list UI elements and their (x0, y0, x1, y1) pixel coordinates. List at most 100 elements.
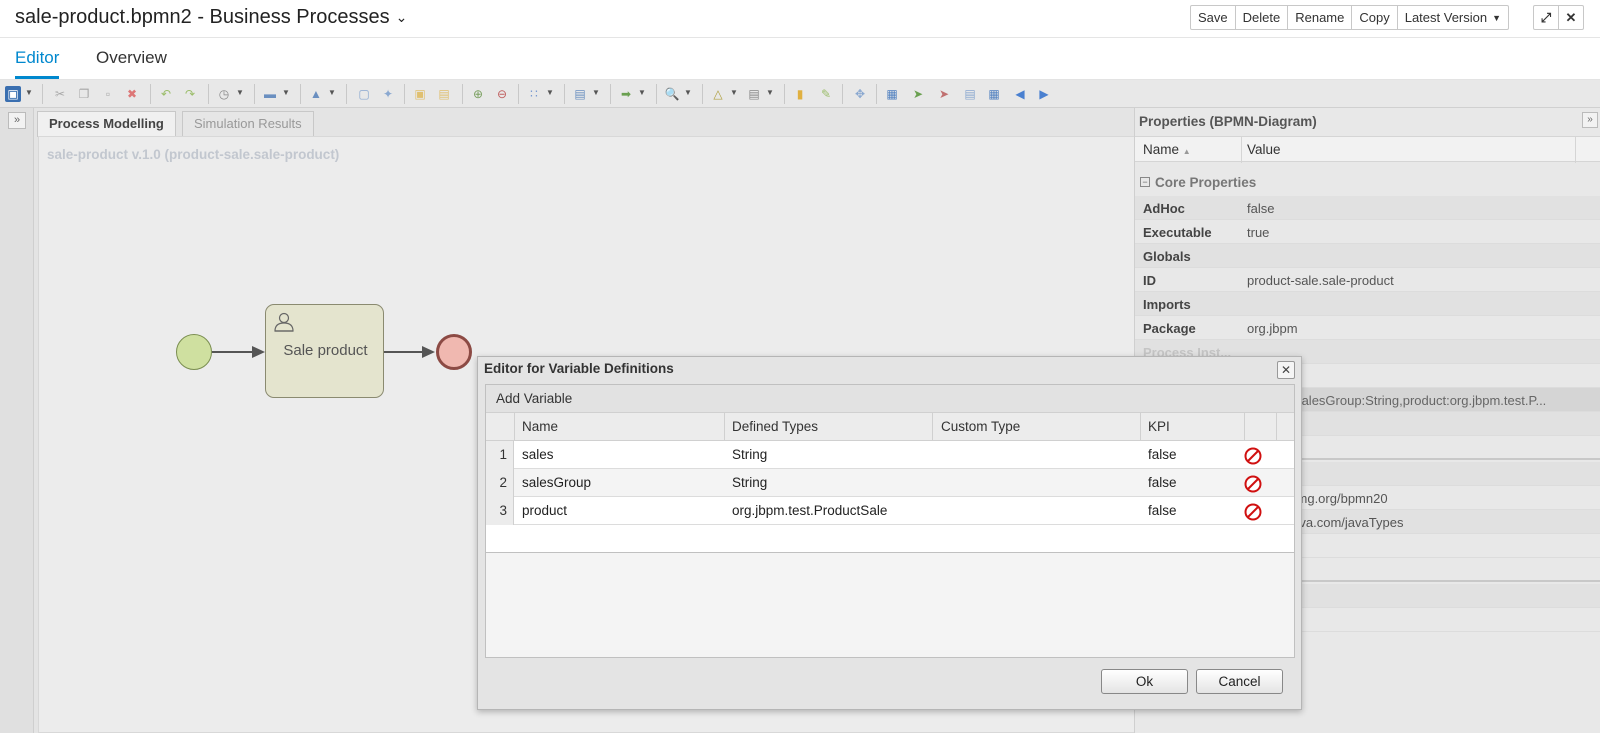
cancel-button[interactable]: Cancel (1196, 669, 1283, 694)
share-icon[interactable]: ➤ (936, 86, 952, 102)
grid-icon[interactable]: ∷ (526, 86, 542, 102)
column-divider (932, 413, 933, 441)
remove-node-icon[interactable]: ⊖ (494, 86, 510, 102)
caret-down-icon[interactable]: ▼ (25, 88, 33, 97)
close-icon[interactable]: ✕ (1277, 361, 1295, 379)
variable-name-cell[interactable]: product (522, 503, 567, 518)
caret-down-icon[interactable]: ▼ (546, 88, 554, 97)
unlock-icon[interactable]: ▤ (436, 86, 452, 102)
simulate-icon[interactable]: △ (710, 86, 726, 102)
align-icon[interactable]: ▲ (308, 86, 324, 102)
table-row[interactable]: 3 product org.jbpm.test.ProductSale fals… (486, 497, 1294, 525)
shape-icon[interactable]: ▬ (262, 86, 278, 102)
validate-icon[interactable]: 🔍 (664, 86, 680, 102)
delete-row-icon[interactable] (1244, 447, 1262, 465)
edit-icon[interactable]: ✎ (818, 86, 834, 102)
copy-icon[interactable]: ❐ (76, 86, 92, 102)
database-icon[interactable]: ▮ (792, 86, 808, 102)
end-event[interactable] (436, 334, 472, 370)
tab-overview[interactable]: Overview (96, 48, 167, 76)
ok-button[interactable]: Ok (1101, 669, 1188, 694)
forward-icon[interactable]: ▶ (1036, 86, 1052, 102)
page-title[interactable]: sale-product.bpmn2 - Business Processes … (15, 6, 407, 29)
core-properties-group[interactable]: − Core Properties (1135, 172, 1600, 194)
property-row[interactable]: Imports (1135, 292, 1600, 316)
caret-down-icon[interactable]: ▼ (592, 88, 600, 97)
back-icon[interactable]: ◀ (1012, 86, 1028, 102)
defined-type-cell[interactable]: String (732, 475, 767, 490)
variable-name-cell[interactable]: sales (522, 447, 554, 462)
column-name-header[interactable]: Name (522, 419, 558, 434)
column-name-header[interactable]: Name ▲ (1143, 142, 1191, 157)
caret-down-icon[interactable]: ▼ (730, 88, 738, 97)
column-custom-type-header[interactable]: Custom Type (941, 419, 1020, 434)
collapse-group-icon[interactable]: − (1140, 177, 1150, 187)
delete-row-icon[interactable] (1244, 503, 1262, 521)
column-kpi-header[interactable]: KPI (1148, 419, 1170, 434)
kpi-cell[interactable]: false (1148, 447, 1177, 462)
kpi-cell[interactable]: false (1148, 475, 1177, 490)
start-event[interactable] (176, 334, 212, 370)
save-version-icon[interactable]: ▤ (746, 86, 762, 102)
expand-icon[interactable]: ⤢ (1533, 5, 1559, 30)
delete-row-icon[interactable] (1244, 475, 1262, 493)
zoom-fit-icon[interactable]: ▢ (356, 86, 372, 102)
tab-process-modelling[interactable]: Process Modelling (37, 111, 176, 137)
property-row[interactable]: AdHoc false (1135, 196, 1600, 220)
toolbar-divider (564, 84, 565, 104)
version-dropdown[interactable]: Latest Version ▼ (1396, 5, 1510, 30)
sequence-flow-arrow[interactable] (212, 343, 266, 361)
tab-editor[interactable]: Editor (15, 48, 60, 79)
add-variable-button[interactable]: Add Variable (496, 391, 572, 406)
copy-button[interactable]: Copy (1351, 5, 1398, 30)
collapse-panel-icon[interactable]: » (1582, 112, 1598, 128)
caret-down-icon[interactable]: ▼ (236, 88, 244, 97)
caret-down-icon[interactable]: ▼ (638, 88, 646, 97)
user-task[interactable]: Sale product (265, 304, 384, 398)
rename-button[interactable]: Rename (1287, 5, 1353, 30)
bookmark-icon[interactable]: ▦ (884, 86, 900, 102)
property-row[interactable]: Globals (1135, 244, 1600, 268)
paste-icon[interactable]: ▫ (100, 86, 116, 102)
redo-icon[interactable]: ↷ (182, 86, 198, 102)
caret-down-icon[interactable]: ▼ (766, 88, 774, 97)
table-header: Name Defined Types Custom Type KPI (486, 413, 1294, 441)
history-icon[interactable]: ◷ (216, 86, 232, 102)
property-row[interactable]: Executable true (1135, 220, 1600, 244)
tab-simulation-results[interactable]: Simulation Results (182, 111, 314, 137)
column-defined-types-header[interactable]: Defined Types (732, 419, 818, 434)
property-row[interactable]: Package org.jbpm (1135, 316, 1600, 340)
layout-2-icon[interactable]: ▦ (986, 86, 1002, 102)
zoom-select-icon[interactable]: ✦ (380, 86, 396, 102)
kpi-cell[interactable]: false (1148, 503, 1177, 518)
expand-panel-icon[interactable]: » (8, 112, 26, 129)
export-icon[interactable]: ➡ (618, 86, 634, 102)
import-icon[interactable]: ➤ (910, 86, 926, 102)
caret-down-icon[interactable]: ▼ (328, 88, 336, 97)
save-button[interactable]: Save (1190, 5, 1236, 30)
cut-icon[interactable]: ✂ (52, 86, 68, 102)
lock-icon[interactable]: ▣ (412, 86, 428, 102)
table-row[interactable]: 1 sales String false (486, 441, 1294, 469)
defined-type-cell[interactable]: org.jbpm.test.ProductSale (732, 503, 887, 518)
sequence-flow-arrow[interactable] (384, 343, 438, 361)
sort-asc-icon: ▲ (1182, 147, 1191, 156)
undo-icon[interactable]: ↶ (158, 86, 174, 102)
delete-icon[interactable]: ✖ (124, 86, 140, 102)
property-key: Package (1143, 321, 1196, 336)
caret-down-icon[interactable]: ▼ (282, 88, 290, 97)
save-icon[interactable]: ▣ (5, 86, 21, 102)
property-row[interactable]: ID product-sale.sale-product (1135, 268, 1600, 292)
delete-button[interactable]: Delete (1234, 5, 1289, 30)
variable-name-cell[interactable]: salesGroup (522, 475, 591, 490)
table-row[interactable]: 2 salesGroup String false (486, 469, 1294, 497)
layout-icon[interactable]: ▤ (962, 86, 978, 102)
move-icon[interactable]: ✥ (852, 86, 868, 102)
add-node-icon[interactable]: ⊕ (470, 86, 486, 102)
column-value-header[interactable]: Value (1247, 142, 1281, 157)
chevron-down-icon[interactable]: ⌄ (396, 9, 408, 26)
close-icon[interactable]: ✕ (1558, 5, 1584, 30)
form-icon[interactable]: ▤ (572, 86, 588, 102)
defined-type-cell[interactable]: String (732, 447, 767, 462)
caret-down-icon[interactable]: ▼ (684, 88, 692, 97)
